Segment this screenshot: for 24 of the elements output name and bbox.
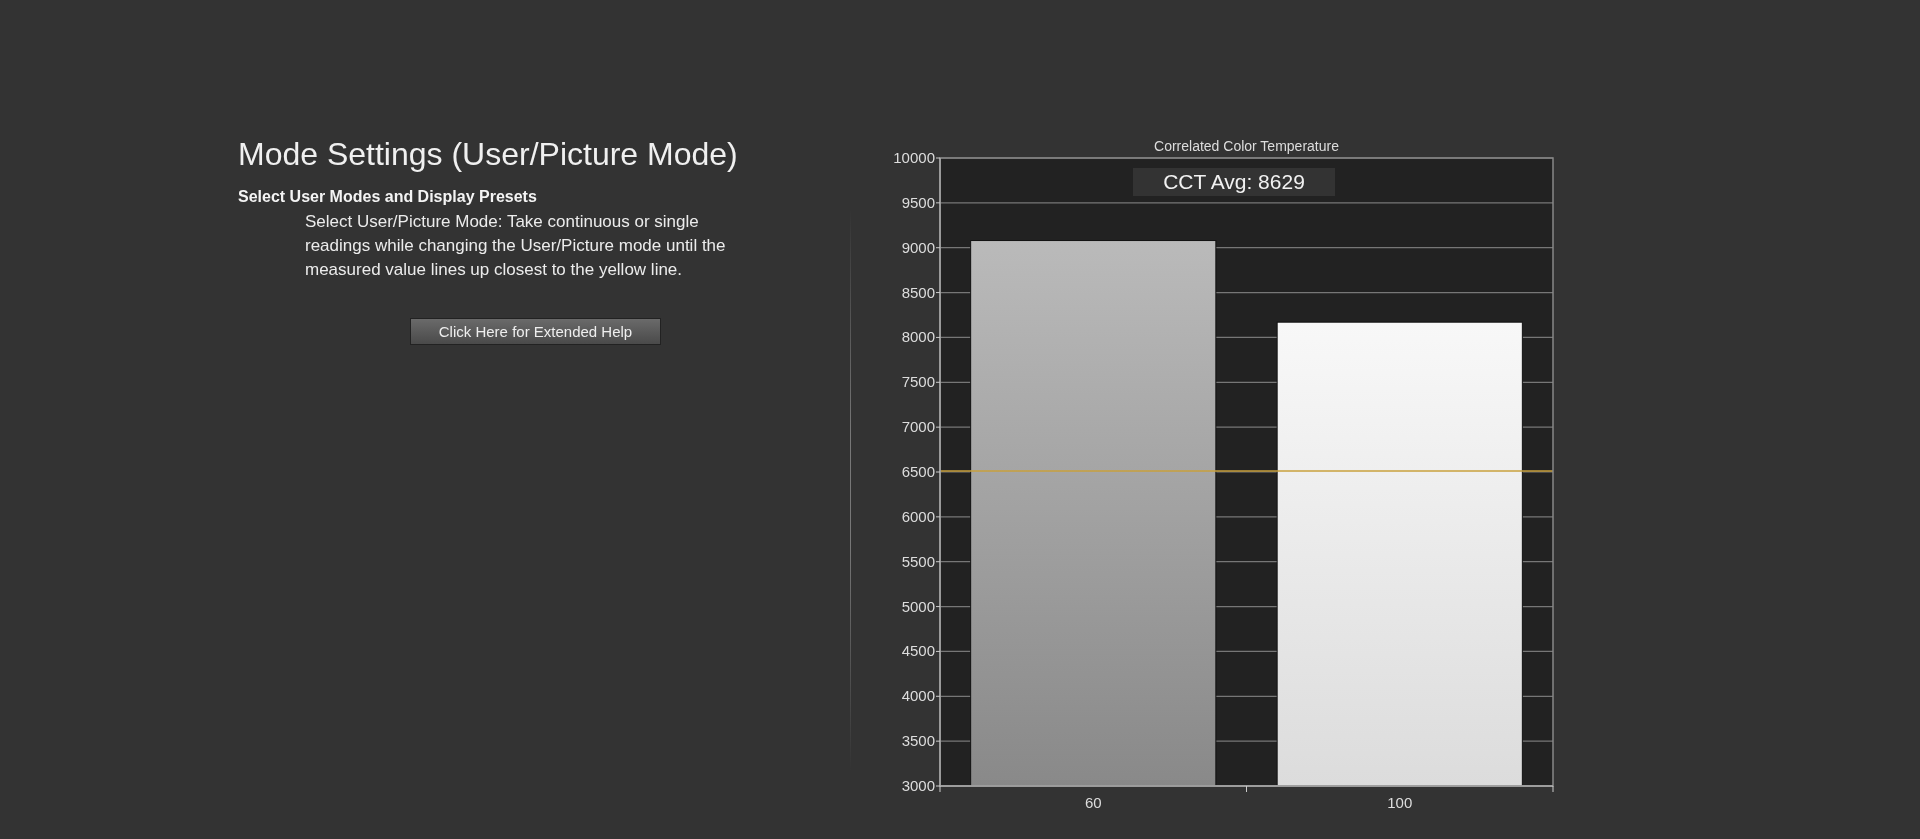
instruction-text: Select User/Picture Mode: Take continuous or single readings while changing the User/Picture mode until the measured value lines up closest to the yellow line. [305, 211, 727, 281]
y-tick-label: 3500 [901, 732, 935, 750]
y-tick-label: 4500 [901, 642, 935, 660]
annotation: CCT Avg: 8629 [1163, 170, 1305, 193]
y-tick-label: 3000 [901, 777, 935, 794]
y-tick-label: 9500 [901, 193, 935, 211]
x-tick-label: 100 [1387, 794, 1413, 811]
average-label: CCT Avg: 8629 [1133, 168, 1335, 196]
y-tick-label: 7500 [901, 373, 935, 391]
y-tick-label: 8500 [901, 283, 935, 301]
chart-title: Correlated Color Temperature [1154, 138, 1339, 154]
y-tick-label: 8000 [901, 328, 935, 346]
y-tick-label: 6000 [901, 507, 935, 525]
page-heading: Mode Settings (User/Picture Mode) [238, 135, 738, 174]
y-tick-label: 6500 [901, 463, 935, 480]
y-tick-label: 4000 [901, 687, 935, 705]
x-tick-label: 60 [1084, 794, 1102, 811]
section-subheading: Select User Modes and Display Presets [238, 188, 537, 206]
y-tick-label: 10000 [893, 149, 935, 166]
y-tick-label: 5000 [901, 597, 935, 615]
extended-help-button[interactable]: Click Here for Extended Help [410, 318, 661, 345]
y-tick-label: 5500 [901, 552, 935, 570]
y-tick-label: 9000 [901, 238, 935, 256]
y-tick-label: 7000 [901, 418, 935, 436]
